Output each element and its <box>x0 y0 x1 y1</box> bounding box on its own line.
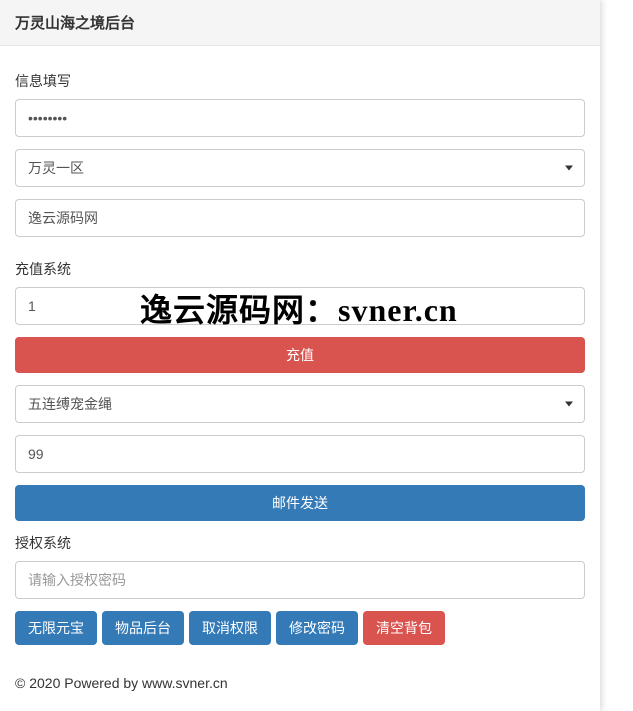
server-select-value[interactable] <box>15 149 585 187</box>
item-backend-button[interactable]: 物品后台 <box>102 611 184 645</box>
auth-section-label: 授权系统 <box>15 533 585 553</box>
clear-bag-button[interactable]: 清空背包 <box>363 611 445 645</box>
cancel-permission-button[interactable]: 取消权限 <box>189 611 271 645</box>
action-buttons-row: 无限元宝 物品后台 取消权限 修改密码 清空背包 <box>15 611 585 655</box>
info-section-label: 信息填写 <box>15 71 585 91</box>
amount-input[interactable] <box>15 287 585 325</box>
item-select-value[interactable] <box>15 385 585 423</box>
quantity-input[interactable] <box>15 435 585 473</box>
recharge-button[interactable]: 充值 <box>15 337 585 373</box>
page-title: 万灵山海之境后台 <box>0 0 600 46</box>
recharge-section-label: 充值系统 <box>15 259 585 279</box>
change-password-button[interactable]: 修改密码 <box>276 611 358 645</box>
item-select[interactable] <box>15 385 585 423</box>
content-area: 信息填写 充值系统 充值 邮件发送 授权系统 无限元宝 物品后台 取消权限 修改… <box>0 46 600 670</box>
unlimited-gold-button[interactable]: 无限元宝 <box>15 611 97 645</box>
main-panel: 万灵山海之境后台 信息填写 充值系统 充值 邮件发送 授权系统 无限元宝 物品后… <box>0 0 600 711</box>
server-select[interactable] <box>15 149 585 187</box>
auth-password-input[interactable] <box>15 561 585 599</box>
source-input[interactable] <box>15 199 585 237</box>
send-mail-button[interactable]: 邮件发送 <box>15 485 585 521</box>
password-input[interactable] <box>15 99 585 137</box>
footer-text: © 2020 Powered by www.svner.cn <box>0 670 600 701</box>
